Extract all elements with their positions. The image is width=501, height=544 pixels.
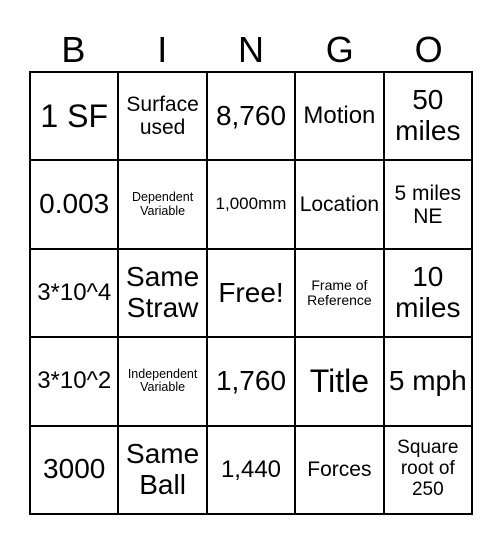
- bingo-cell[interactable]: Frame of Reference: [295, 248, 384, 338]
- bingo-header: B I N G O: [29, 30, 473, 70]
- bingo-cell[interactable]: 1,440: [206, 425, 296, 514]
- bingo-cell[interactable]: 0.003: [30, 160, 119, 249]
- bingo-cell[interactable]: 1,760: [206, 337, 296, 426]
- bingo-cell[interactable]: Location: [295, 160, 384, 249]
- bingo-cell[interactable]: Forces: [295, 425, 384, 514]
- bingo-cell[interactable]: 50 miles: [383, 72, 472, 161]
- bingo-cell[interactable]: Same Ball: [118, 425, 207, 514]
- bingo-cell[interactable]: 3000: [30, 425, 119, 514]
- bingo-grid: 1 SF Surface used 8,760 Motion 50 miles …: [29, 71, 473, 515]
- bingo-cell[interactable]: Dependent Variable: [118, 160, 207, 249]
- bingo-cell[interactable]: 3*10^4: [30, 248, 119, 338]
- header-letter-g: G: [325, 29, 354, 70]
- bingo-cell[interactable]: Square root of 250: [383, 425, 472, 514]
- bingo-cell[interactable]: Same Straw: [118, 248, 207, 338]
- bingo-cell[interactable]: 1,000mm: [206, 160, 296, 249]
- header-letter-i: I: [157, 29, 168, 70]
- bingo-cell[interactable]: 8,760: [206, 72, 296, 161]
- bingo-cell[interactable]: Title: [295, 337, 384, 426]
- header-letter-b: B: [61, 29, 86, 70]
- bingo-cell[interactable]: Motion: [295, 72, 384, 161]
- bingo-cell[interactable]: 10 miles: [383, 248, 472, 338]
- free-space[interactable]: Free!: [206, 248, 296, 338]
- bingo-cell[interactable]: 5 mph: [383, 337, 472, 426]
- header-letter-o: O: [414, 29, 443, 70]
- bingo-cell[interactable]: Surface used: [118, 72, 207, 161]
- bingo-cell[interactable]: 5 miles NE: [383, 160, 472, 249]
- bingo-cell[interactable]: 1 SF: [30, 72, 119, 161]
- bingo-cell[interactable]: Independent Variable: [118, 337, 207, 426]
- bingo-cell[interactable]: 3*10^2: [30, 337, 119, 426]
- header-letter-n: N: [237, 29, 264, 70]
